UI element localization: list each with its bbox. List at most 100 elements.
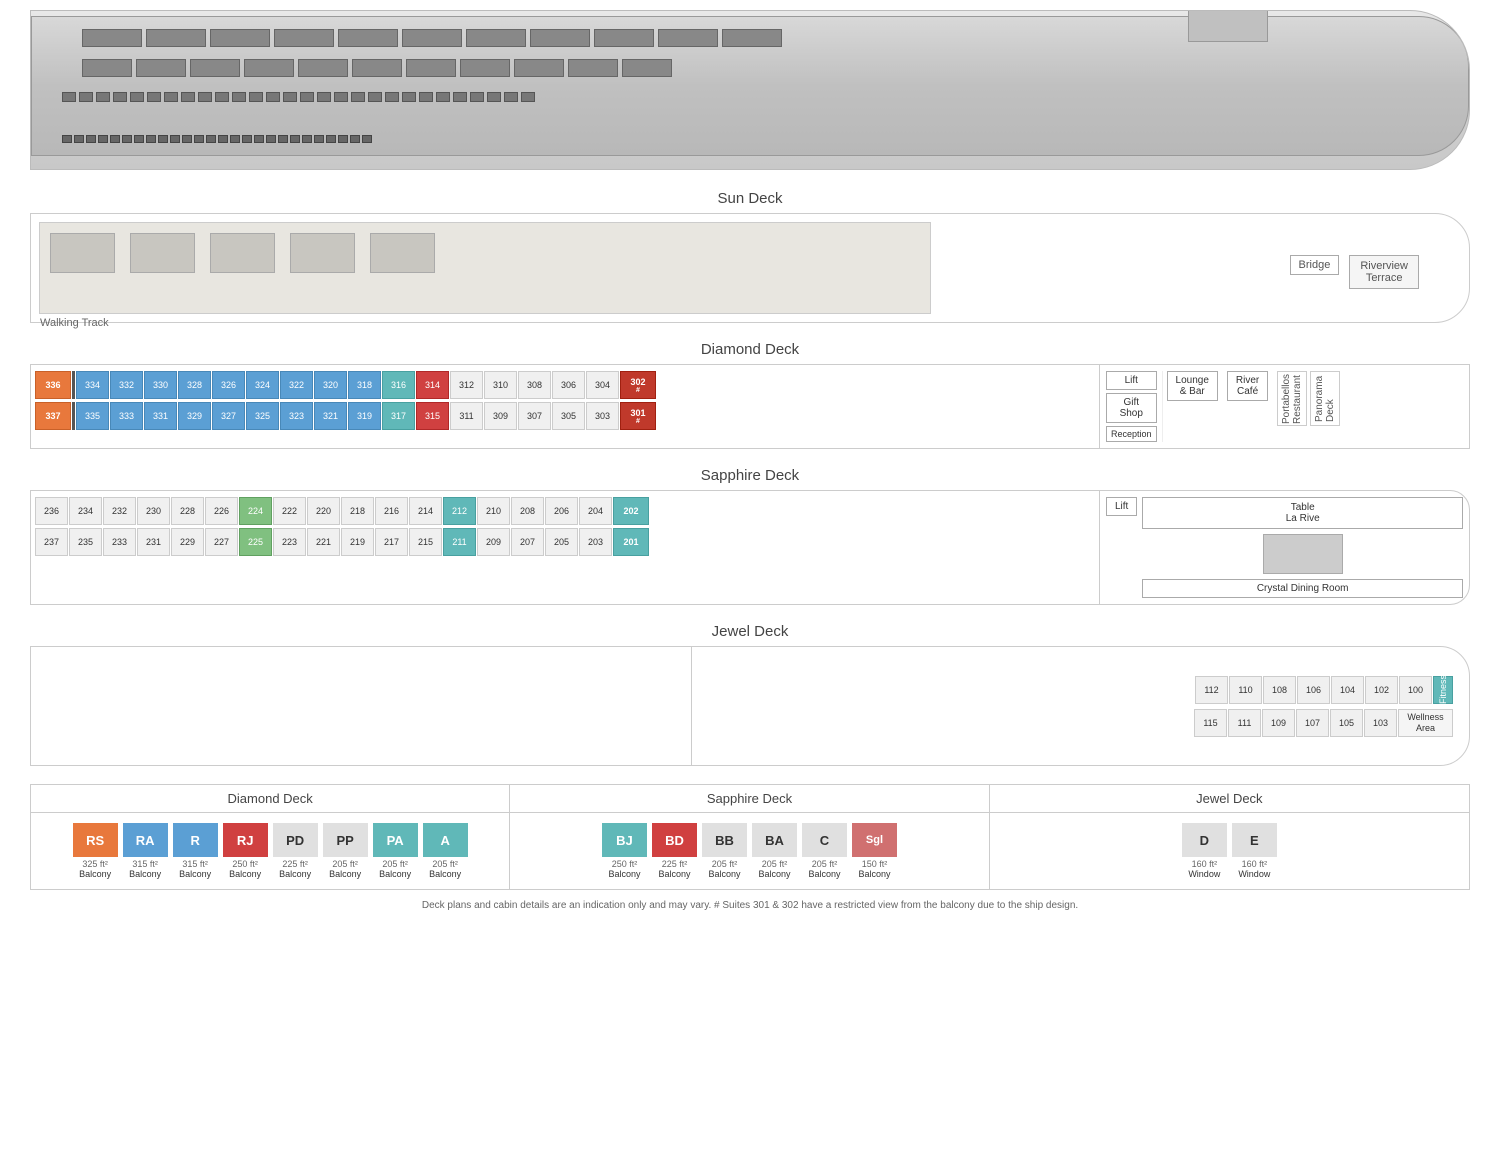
cabin-224: 224 <box>239 497 272 525</box>
cabin-337: 337 <box>35 402 71 430</box>
cabin-232: 232 <box>103 497 136 525</box>
cabin-228: 228 <box>171 497 204 525</box>
cabin-205: 205 <box>545 528 578 556</box>
legend-bd: BD 225 ft² Balcony <box>652 823 697 879</box>
bridge-label: Bridge <box>1290 255 1340 275</box>
cabin-221: 221 <box>307 528 340 556</box>
legend-bb: BB 205 ft² Balcony <box>702 823 747 879</box>
cabin-106: 106 <box>1297 676 1330 704</box>
cabin-308: 308 <box>518 371 551 399</box>
cabin-227: 227 <box>205 528 238 556</box>
cabin-102: 102 <box>1365 676 1398 704</box>
cabin-334: 334 <box>76 371 109 399</box>
cabin-110: 110 <box>1229 676 1262 704</box>
cabin-107: 107 <box>1296 709 1329 737</box>
legend-jewel-title: Jewel Deck <box>990 785 1469 812</box>
cabin-219: 219 <box>341 528 374 556</box>
cabin-329: 329 <box>178 402 211 430</box>
cabin-220: 220 <box>307 497 340 525</box>
legend-sgl: Sgl 150 ft² Balcony <box>852 823 897 879</box>
riverview-terrace-label: Riverview Terrace <box>1349 255 1419 289</box>
cabin-204: 204 <box>579 497 612 525</box>
cabin-202: 202 <box>613 497 649 525</box>
wellness-label: Wellness Area <box>1398 709 1453 737</box>
cabin-214: 214 <box>409 497 442 525</box>
legend-r: R 315 ft² Balcony <box>173 823 218 879</box>
cabin-236: 236 <box>35 497 68 525</box>
walking-track-label: Walking Track <box>40 317 109 329</box>
cabin-203: 203 <box>579 528 612 556</box>
cabin-211: 211 <box>443 528 476 556</box>
cabin-304: 304 <box>586 371 619 399</box>
cabin-336: 336 <box>35 371 71 399</box>
legend-e: E 160 ft² Window <box>1232 823 1277 879</box>
fitness-label: Fitness <box>1433 676 1453 704</box>
cabin-218: 218 <box>341 497 374 525</box>
legend-pp: PP 205 ft² Balcony <box>323 823 368 879</box>
cabin-226: 226 <box>205 497 238 525</box>
cabin-223: 223 <box>273 528 306 556</box>
cabin-109: 109 <box>1262 709 1295 737</box>
legend-jewel: D 160 ft² Window E 160 ft² Window <box>990 813 1469 889</box>
cabin-333: 333 <box>110 402 143 430</box>
legend-rj: RJ 250 ft² Balcony <box>223 823 268 879</box>
cabin-314: 314 <box>416 371 449 399</box>
sapphire-deck-title: Sapphire Deck <box>30 467 1470 484</box>
cabin-311: 311 <box>450 402 483 430</box>
cabin-231: 231 <box>137 528 170 556</box>
cabin-335: 335 <box>76 402 109 430</box>
cabin-312: 312 <box>450 371 483 399</box>
cabin-326: 326 <box>212 371 245 399</box>
legend-bj: BJ 250 ft² Balcony <box>602 823 647 879</box>
legend-c: C 205 ft² Balcony <box>802 823 847 879</box>
cabin-108: 108 <box>1263 676 1296 704</box>
legend-a: A 205 ft² Balcony <box>423 823 468 879</box>
legend-ra: RA 315 ft² Balcony <box>123 823 168 879</box>
cabin-207: 207 <box>511 528 544 556</box>
diamond-deck-title: Diamond Deck <box>30 341 1470 358</box>
gift-shop-label: Gift Shop <box>1106 393 1157 423</box>
lift-label-diamond: Lift <box>1106 371 1157 390</box>
cabin-307: 307 <box>518 402 551 430</box>
diamond-deck-section: Diamond Deck 336 334 332 330 328 326 324 <box>30 341 1470 449</box>
cabin-321: 321 <box>314 402 347 430</box>
cabin-225: 225 <box>239 528 272 556</box>
cabin-105: 105 <box>1330 709 1363 737</box>
legend-pa: PA 205 ft² Balcony <box>373 823 418 879</box>
cabin-319: 319 <box>348 402 381 430</box>
cabin-305: 305 <box>552 402 585 430</box>
legend-diamond-title: Diamond Deck <box>31 785 510 812</box>
cabin-320: 320 <box>314 371 347 399</box>
legend-d: D 160 ft² Window <box>1182 823 1227 879</box>
cabin-310: 310 <box>484 371 517 399</box>
cabin-215: 215 <box>409 528 442 556</box>
cabin-330: 330 <box>144 371 177 399</box>
cabin-318: 318 <box>348 371 381 399</box>
cabin-234: 234 <box>69 497 102 525</box>
river-cafe-label: River Café <box>1227 371 1268 401</box>
cabin-315: 315 <box>416 402 449 430</box>
cabin-112: 112 <box>1195 676 1228 704</box>
cabin-212: 212 <box>443 497 476 525</box>
cabin-302: 302# <box>620 371 656 399</box>
legend-section: Diamond Deck Sapphire Deck Jewel Deck RS… <box>30 784 1470 890</box>
legend-pd: PD 225 ft² Balcony <box>273 823 318 879</box>
cabin-317: 317 <box>382 402 415 430</box>
cabin-327: 327 <box>212 402 245 430</box>
legend-ba: BA 205 ft² Balcony <box>752 823 797 879</box>
cabin-111: 111 <box>1228 709 1261 737</box>
reception-label: Reception <box>1106 426 1157 442</box>
cabin-324: 324 <box>246 371 279 399</box>
jewel-deck-title: Jewel Deck <box>30 623 1470 640</box>
cabin-230: 230 <box>137 497 170 525</box>
cabin-206: 206 <box>545 497 578 525</box>
cabin-306: 306 <box>552 371 585 399</box>
cabin-208: 208 <box>511 497 544 525</box>
crystal-dining-label: Crystal Dining Room <box>1142 579 1463 598</box>
cabin-328: 328 <box>178 371 211 399</box>
cabin-210: 210 <box>477 497 510 525</box>
lounge-bar-label: Lounge & Bar <box>1167 371 1218 401</box>
lift-label-sapphire: Lift <box>1106 497 1137 516</box>
cabin-316: 316 <box>382 371 415 399</box>
cabin-100: 100 <box>1399 676 1432 704</box>
